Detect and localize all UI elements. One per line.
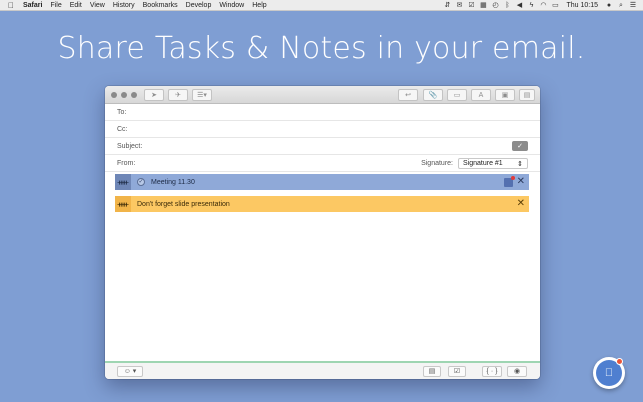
stationery-button[interactable]: ▭ [447, 89, 467, 101]
paper-plane-icon: ✈ [175, 91, 181, 99]
notification-dot [616, 358, 623, 365]
checklist-icon[interactable]: ☑ [467, 2, 475, 9]
menu-view[interactable]: View [90, 2, 105, 9]
insert-variable-button[interactable]: { · } [482, 366, 502, 377]
menu-develop[interactable]: Develop [186, 2, 212, 9]
notification-center-icon[interactable]: ☰ [629, 2, 637, 9]
checkmark-icon: ✓ [517, 143, 523, 150]
mail-icon[interactable]: ✉ [455, 2, 463, 9]
menu-edit[interactable]: Edit [70, 2, 82, 9]
drag-handle-icon[interactable]: ᚔ [115, 196, 131, 212]
bluetooth-icon[interactable]: ᛒ [503, 2, 511, 9]
to-field[interactable]: To: [105, 104, 540, 121]
speech-bubble-icon: ☺ ▾ [123, 368, 137, 375]
close-icon[interactable]: ✕ [517, 177, 525, 187]
menu-app-name[interactable]: Safari [23, 2, 42, 9]
eye-icon: ◉ [513, 368, 521, 375]
emoji-menu-button[interactable]: ☺ ▾ [117, 366, 143, 377]
drag-handle-icon[interactable]: ᚔ [115, 174, 131, 190]
signature-group: Signature: Signature #1 ⇕ [421, 158, 528, 169]
subject-field[interactable]: Subject: ✓ [105, 138, 540, 155]
add-note-button[interactable]: ▤ [423, 366, 441, 377]
minimize-window-button[interactable] [121, 92, 127, 98]
to-label: To: [117, 108, 127, 116]
close-icon[interactable]: ✕ [517, 199, 525, 209]
signature-value: Signature #1 [463, 160, 503, 167]
apple-menu-icon[interactable]:  [6, 1, 16, 10]
updown-chevron-icon: ⇕ [517, 160, 523, 168]
task-label: Meeting 11.30 [151, 178, 195, 186]
stationery-icon: ▭ [453, 91, 461, 99]
send-button[interactable]: ➤ [144, 89, 164, 101]
app-badge[interactable]:  [593, 357, 625, 389]
attach-button[interactable]: 📎 [423, 89, 443, 101]
menu-window[interactable]: Window [219, 2, 244, 9]
photo-icon: ▣ [501, 91, 509, 99]
volume-icon[interactable]: ◀ [515, 2, 523, 9]
menu-help[interactable]: Help [252, 2, 266, 9]
send-icon: ➤ [151, 91, 157, 99]
signature-label: Signature: [421, 160, 453, 167]
cc-field[interactable]: Cc: [105, 121, 540, 138]
sync-icon[interactable]: ⇵ [443, 2, 451, 9]
window-controls [111, 92, 137, 98]
status-area: ⇵ ✉ ☑ ▦ ◴ ᛒ ◀ ϟ ◠ ▭ Thu 10:15 ● ⌕ ☰ [443, 2, 637, 9]
bolt-icon[interactable]: ϟ [527, 2, 535, 9]
calendar-reminder-icon[interactable] [503, 175, 515, 187]
task-check-icon: ☑ [453, 368, 461, 375]
wifi-icon[interactable]: ◠ [539, 2, 547, 9]
subject-action-button[interactable]: ✓ [512, 141, 528, 151]
cc-label: Cc: [117, 125, 128, 133]
spotlight-search-icon[interactable]: ⌕ [617, 2, 625, 9]
format-button[interactable]: A [471, 89, 491, 101]
note-actions: ✕ [517, 199, 525, 209]
menu-history[interactable]: History [113, 2, 135, 9]
sidebar-toggle-button[interactable]: ▤ [519, 89, 535, 101]
reply-arrow-icon: ↩ [405, 91, 411, 99]
subject-label: Subject: [117, 142, 143, 150]
format-label: A [478, 91, 484, 99]
paperclip-icon: 📎 [428, 91, 438, 99]
menu-file[interactable]: File [50, 2, 61, 9]
compose-bottom-bar: ☺ ▾ ▤ ☑ { · } ◉ [105, 361, 540, 379]
note-icon: ▤ [428, 368, 436, 375]
task-checkbox[interactable]: ✓ [137, 178, 145, 186]
photo-browser-button[interactable]: ▣ [495, 89, 515, 101]
add-task-button[interactable]: ☑ [448, 366, 466, 377]
task-item[interactable]: ᚔ ✓ Meeting 11.30 ✕ [115, 174, 529, 190]
menubar:  Safari File Edit View History Bookmark… [0, 0, 643, 11]
task-actions: ✕ [503, 175, 525, 187]
compose-toolbar: ➤ ✈ ☰▾ ↩ 📎 ▭ A ▣ ▤ [105, 86, 540, 104]
reply-button[interactable]: ↩ [398, 89, 418, 101]
from-field: From: Signature: Signature #1 ⇕ [105, 155, 540, 172]
time-machine-icon[interactable]: ◴ [491, 2, 499, 9]
battery-icon[interactable]: ▭ [551, 2, 559, 9]
menubar-clock[interactable]: Thu 10:15 [566, 2, 598, 9]
preview-button[interactable]: ◉ [507, 366, 527, 377]
close-window-button[interactable] [111, 92, 117, 98]
zoom-window-button[interactable] [131, 92, 137, 98]
sidebar-icon: ▤ [523, 91, 531, 99]
from-label: From: [117, 159, 136, 167]
signature-select[interactable]: Signature #1 ⇕ [458, 158, 528, 169]
note-item[interactable]: ᚔ Don't forget slide presentation ✕ [115, 196, 529, 212]
header-fields-button[interactable]: ☰▾ [192, 89, 212, 101]
user-icon[interactable]: ● [605, 2, 613, 9]
compose-window: ➤ ✈ ☰▾ ↩ 📎 ▭ A ▣ ▤ To: Cc: Subject: ✓ Fr… [105, 86, 540, 379]
list-menu-icon: ☰▾ [197, 91, 207, 99]
calendar-icon[interactable]: ▦ [479, 2, 487, 9]
headline: Share Tasks & Notes in your email. [57, 31, 586, 66]
note-label: Don't forget slide presentation [137, 200, 230, 208]
menu-bookmarks[interactable]: Bookmarks [143, 2, 178, 9]
braces-label: { · } [486, 368, 498, 375]
send-later-button[interactable]: ✈ [168, 89, 188, 101]
